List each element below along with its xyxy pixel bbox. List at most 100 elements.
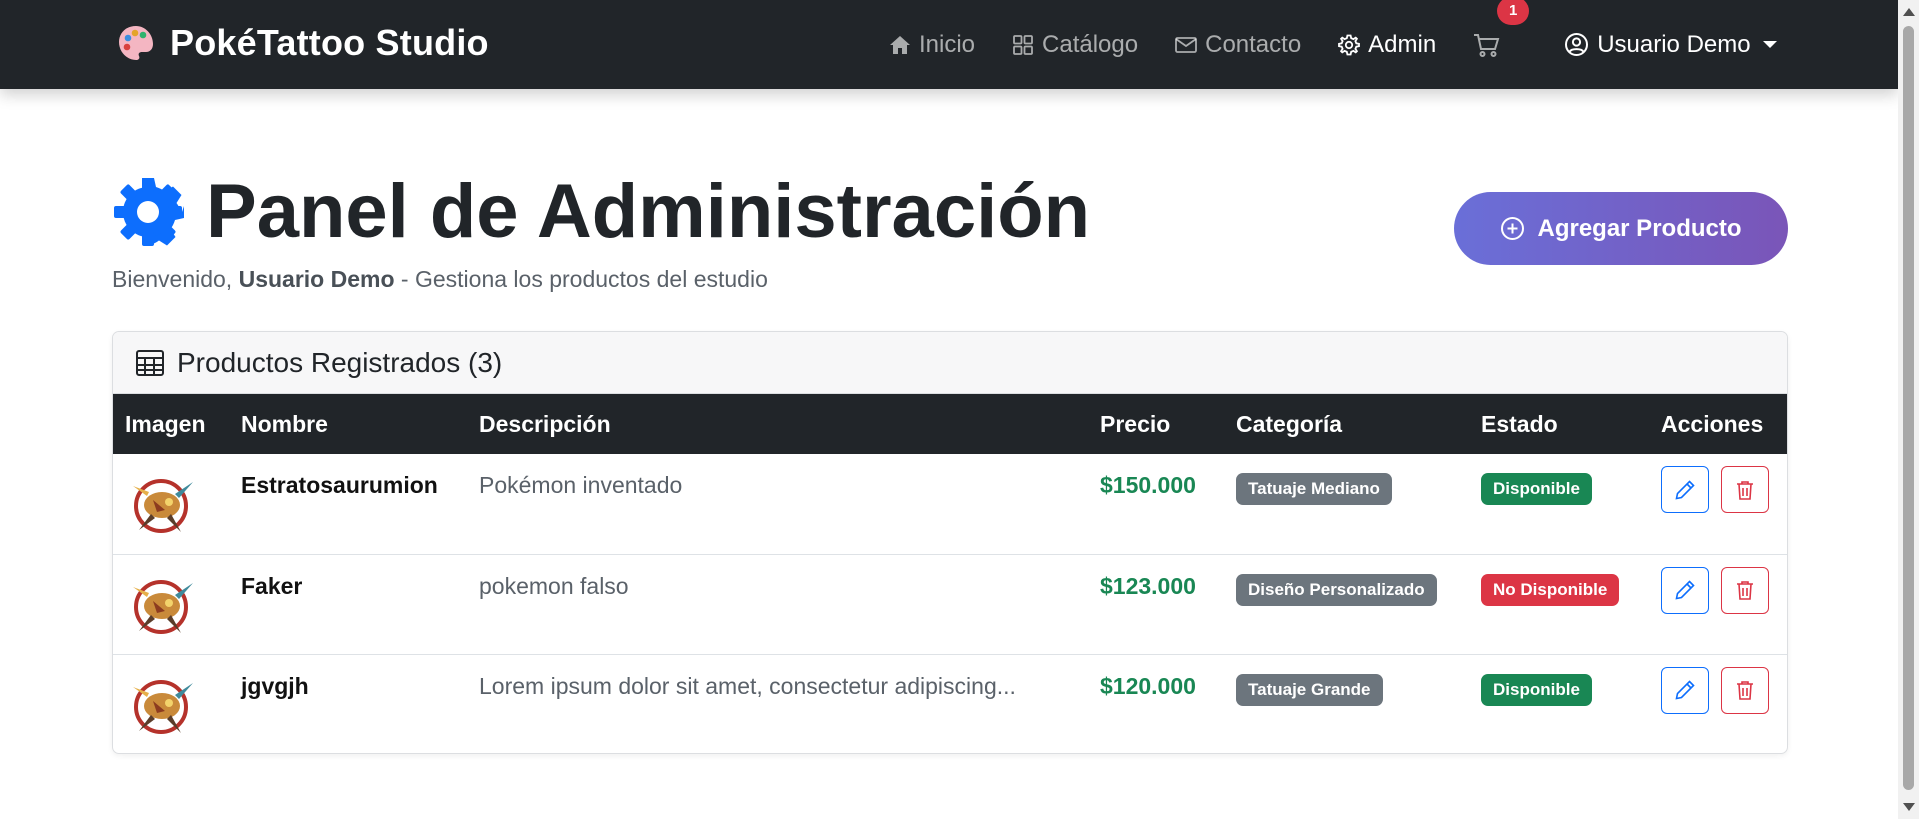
nav-admin-label: Admin (1368, 30, 1437, 58)
top-navbar: PokéTattoo Studio Inicio Catálogo Contac… (0, 0, 1898, 89)
nav-contacto-label: Contacto (1205, 30, 1302, 58)
column-header[interactable]: Estado (1469, 394, 1649, 454)
palette-icon (119, 26, 153, 60)
trash-icon (1737, 681, 1753, 700)
row-actions (1661, 466, 1787, 513)
card-header: Productos Registrados (3) (113, 332, 1787, 394)
cart-button[interactable]: 1 (1472, 0, 1530, 59)
product-thumbnail[interactable] (125, 472, 199, 538)
subtitle-suffix: - Gestiona los productos del estudio (394, 266, 768, 292)
table-row: Faker pokemon falso $123.000 Diseño Pers… (113, 554, 1787, 654)
user-circle-icon (1565, 33, 1589, 56)
subtitle-prefix: Bienvenido, (112, 266, 239, 292)
status-badge: Disponible (1481, 473, 1592, 505)
product-price: $120.000 (1100, 672, 1196, 699)
nav-catalogo-label: Catálogo (1042, 30, 1139, 58)
brand-link[interactable]: PokéTattoo Studio (116, 22, 489, 64)
page-title-text: Panel de Administración (206, 169, 1091, 254)
product-thumbnail[interactable] (125, 673, 199, 739)
product-category-cell: Tatuaje Mediano (1224, 454, 1469, 554)
add-product-label: Agregar Producto (1537, 214, 1742, 242)
nav-catalogo[interactable]: Catálogo (1011, 31, 1138, 59)
column-header[interactable]: Descripción (467, 394, 1088, 454)
gear-icon (114, 177, 184, 246)
chevron-down-icon (1762, 41, 1777, 48)
product-status-cell: No Disponible (1469, 554, 1649, 654)
delete-button[interactable] (1721, 466, 1769, 513)
category-badge: Diseño Personalizado (1236, 573, 1437, 606)
product-thumbnail[interactable] (125, 573, 199, 639)
scroll-down-arrow-icon[interactable] (1903, 803, 1915, 811)
nav-inicio[interactable]: Inicio (888, 31, 975, 59)
nav-admin[interactable]: Admin (1337, 31, 1436, 59)
product-description: Pokémon inventado (479, 472, 683, 498)
nav-inicio-label: Inicio (919, 30, 976, 58)
product-description: pokemon falso (479, 572, 629, 599)
welcome-subtitle: Bienvenido, Usuario Demo - Gestiona los … (112, 266, 768, 293)
product-name: Faker (241, 572, 303, 599)
page-title: Panel de Administración (112, 168, 1090, 255)
nav-contacto[interactable]: Contacto (1174, 31, 1301, 59)
pencil-icon (1675, 680, 1695, 700)
product-actions-cell (1649, 554, 1787, 654)
house-icon (890, 35, 910, 54)
gear-icon (1338, 34, 1361, 55)
category-badge: Tatuaje Grande (1236, 673, 1383, 706)
product-name: Estratosaurumion (241, 472, 438, 498)
column-header[interactable]: Imagen (113, 394, 229, 454)
category-badge: Tatuaje Mediano (1236, 473, 1392, 505)
cart-count-badge: 1 (1497, 0, 1530, 25)
trash-icon (1737, 581, 1753, 600)
pencil-icon (1675, 580, 1695, 600)
envelope-icon (1175, 36, 1198, 53)
product-actions-cell (1649, 654, 1787, 753)
products-table: Imagen Nombre Descripción Precio Categor… (113, 394, 1787, 753)
edit-button[interactable] (1661, 466, 1709, 513)
table-row: jgvgjh Lorem ipsum dolor sit amet, conse… (113, 654, 1787, 753)
row-actions (1661, 566, 1787, 614)
card-title: Productos Registrados (3) (177, 346, 503, 378)
column-header[interactable]: Nombre (229, 394, 467, 454)
grid-icon (1013, 34, 1033, 55)
product-category-cell: Diseño Personalizado (1224, 554, 1469, 654)
page-scrollbar[interactable] (1898, 0, 1919, 819)
product-price: $150.000 (1100, 472, 1196, 498)
product-image-cell (113, 654, 229, 753)
row-actions (1661, 666, 1787, 714)
table-icon (136, 349, 164, 376)
status-badge: Disponible (1481, 673, 1592, 706)
product-status-cell: Disponible (1469, 654, 1649, 753)
product-actions-cell (1649, 454, 1787, 554)
scroll-up-arrow-icon[interactable] (1903, 8, 1915, 16)
column-header[interactable]: Categoría (1224, 394, 1469, 454)
table-row: Estratosaurumion Pokémon inventado $150.… (113, 454, 1787, 554)
status-badge: No Disponible (1481, 573, 1620, 606)
product-category-cell: Tatuaje Grande (1224, 654, 1469, 753)
add-product-button[interactable]: Agregar Producto (1454, 192, 1788, 265)
product-price: $123.000 (1100, 572, 1196, 599)
product-status-cell: Disponible (1469, 454, 1649, 554)
product-name: jgvgjh (241, 672, 309, 699)
cart-icon (1474, 33, 1500, 57)
edit-button[interactable] (1661, 566, 1709, 614)
column-header[interactable]: Precio (1088, 394, 1224, 454)
pencil-icon (1675, 479, 1695, 500)
column-header[interactable]: Acciones (1649, 394, 1787, 454)
edit-button[interactable] (1661, 666, 1709, 714)
table-body: Estratosaurumion Pokémon inventado $150.… (113, 454, 1787, 753)
subtitle-user: Usuario Demo (238, 266, 395, 292)
table-header-row: Imagen Nombre Descripción Precio Categor… (113, 394, 1787, 454)
delete-button[interactable] (1721, 566, 1769, 614)
trash-icon (1737, 480, 1753, 500)
scroll-thumb[interactable] (1903, 26, 1914, 790)
brand-name: PokéTattoo Studio (170, 22, 489, 63)
product-description: Lorem ipsum dolor sit amet, consectetur … (479, 672, 1016, 699)
user-name: Usuario Demo (1597, 30, 1751, 58)
user-dropdown[interactable]: Usuario Demo (1564, 30, 1777, 59)
product-image-cell (113, 554, 229, 654)
plus-circle-icon (1501, 217, 1525, 240)
product-image-cell (113, 454, 229, 554)
nav-menu: Inicio Catálogo Contacto Admin 1 Usuario… (888, 0, 1777, 89)
delete-button[interactable] (1721, 666, 1769, 714)
products-card: Productos Registrados (3) Imagen Nombre … (112, 331, 1788, 754)
